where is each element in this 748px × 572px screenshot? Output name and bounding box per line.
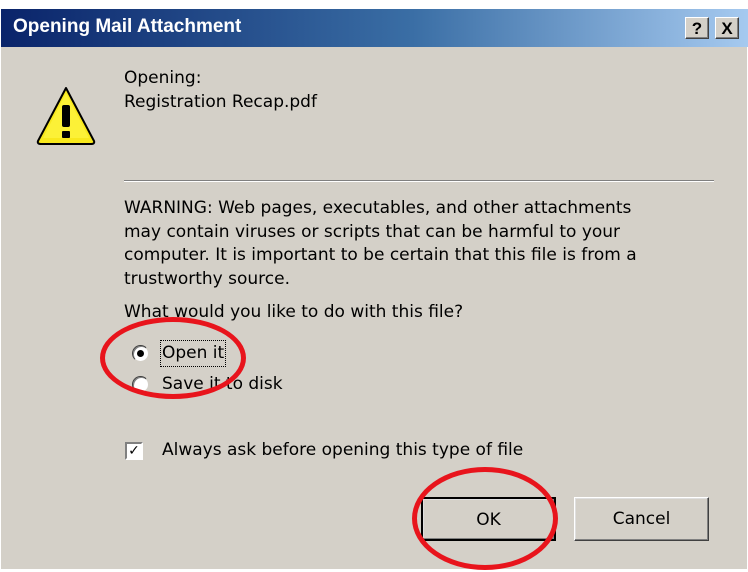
help-button[interactable]: ? (685, 17, 709, 39)
separator (124, 180, 714, 182)
warning-line: WARNING: Web pages, executables, and oth… (124, 198, 632, 218)
opening-label: Opening: (124, 68, 202, 88)
attachment-filename: Registration Recap.pdf (124, 92, 317, 112)
always-ask-checkbox[interactable]: ✓ (125, 442, 143, 460)
warning-line: computer. It is important to be certain … (124, 245, 637, 265)
warning-line: may contain viruses or scripts that can … (124, 221, 621, 242)
cancel-button[interactable]: Cancel (574, 497, 709, 541)
warning-line: trustworthy source. (124, 268, 291, 289)
warning-text: WARNING: Web pages, executables, and oth… (124, 197, 724, 291)
annotation-ring-open-it (100, 317, 246, 399)
always-ask-label[interactable]: Always ask before opening this type of f… (162, 439, 523, 462)
dialog-window: Opening Mail Attachment ? X Opening: Reg… (0, 8, 748, 570)
dialog-title: Opening Mail Attachment (13, 16, 242, 37)
warning-triangle-icon (36, 87, 96, 145)
title-bar[interactable]: Opening Mail Attachment ? X (1, 9, 748, 47)
annotation-ring-ok (412, 467, 558, 570)
close-button[interactable]: X (715, 17, 739, 39)
